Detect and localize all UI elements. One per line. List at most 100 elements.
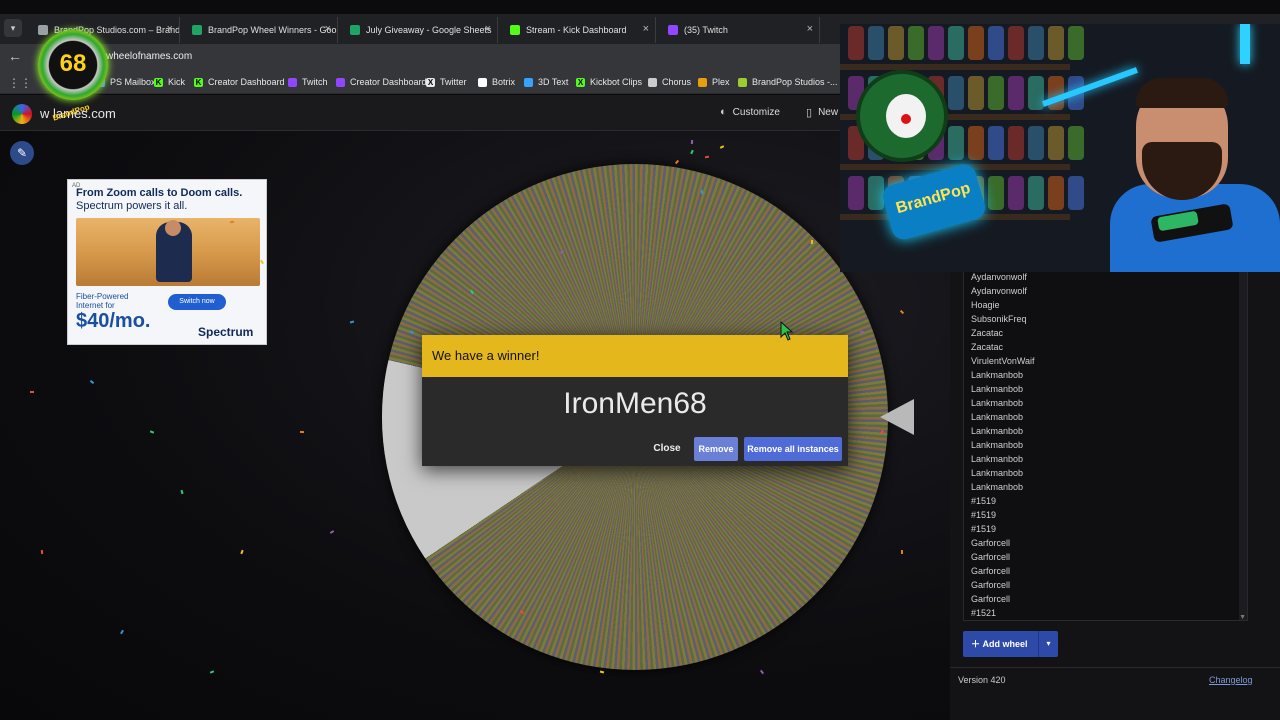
browser-tab[interactable]: July Giveaway - Google Sheets × [342, 17, 498, 43]
collectible-box [968, 76, 984, 110]
entry-item[interactable]: Zacatac [971, 342, 1003, 352]
entry-item[interactable]: Garforcell [971, 580, 1010, 590]
bookmark-item[interactable]: K Creator Dashboard [194, 77, 285, 87]
bookmark-item[interactable]: Botrix [478, 77, 515, 87]
address-bar[interactable]: wheelofnames.com [106, 51, 192, 62]
add-wheel-label: ＋ Add wheel [971, 639, 1028, 649]
entry-item[interactable]: #1519 [971, 510, 996, 520]
tab-search-icon[interactable]: ▾ [4, 19, 22, 37]
ad-photo [76, 218, 260, 286]
entry-item[interactable]: Lankmanbob [971, 440, 1023, 450]
bookmark-label: Botrix [492, 77, 516, 87]
collectible-box [1068, 126, 1084, 160]
browser-tab[interactable]: Stream - Kick Dashboard × [502, 17, 656, 43]
dialog-header: We have a winner! [422, 335, 848, 377]
entry-item[interactable]: #1519 [971, 524, 996, 534]
advertisement[interactable]: AD From Zoom calls to Doom calls. Spectr… [67, 179, 267, 345]
entry-item[interactable]: Lankmanbob [971, 384, 1023, 394]
entry-item[interactable]: Hoagie [971, 300, 1000, 310]
remove-button[interactable]: Remove [694, 437, 738, 461]
scroll-down-icon[interactable]: ▼ [1239, 614, 1246, 620]
collectible-box [1068, 26, 1084, 60]
collectible-box [1068, 176, 1084, 210]
browser-tab[interactable]: (35) Twitch × [660, 17, 820, 43]
entry-item[interactable]: #1519 [971, 496, 996, 506]
ad-line-2: Internet for [76, 301, 115, 310]
bookmark-item[interactable]: BrandPop Studios -... [738, 77, 838, 87]
entry-item[interactable]: Garforcell [971, 594, 1010, 604]
bookmark-label: Chorus [662, 77, 692, 87]
entries-scrollbar[interactable]: ▼ [1239, 270, 1247, 620]
tab-close-icon[interactable]: × [485, 23, 491, 35]
webcam-overlay: BrandPop [840, 24, 1280, 272]
remove-all-instances-button[interactable]: Remove all instances [744, 437, 842, 461]
customize-button[interactable]: ◐ Customize [720, 106, 780, 118]
wheel-logo-icon[interactable] [12, 104, 32, 124]
entry-item[interactable]: Lankmanbob [971, 468, 1023, 478]
entry-item[interactable]: Garforcell [971, 552, 1010, 562]
bookmark-item[interactable]: Twitch [288, 77, 328, 87]
bookmark-label: Creator Dashboard [208, 77, 285, 87]
entry-item[interactable]: Zacatac [971, 328, 1003, 338]
add-wheel-dropdown-icon[interactable]: ▾ [1038, 631, 1058, 657]
tab-label: July Giveaway - Google Sheets [366, 25, 492, 35]
entry-item[interactable]: Lankmanbob [971, 412, 1023, 422]
entry-item[interactable]: Aydanvonwolf [971, 272, 1027, 282]
bookmark-item[interactable]: X Kickbot Clips [576, 77, 642, 87]
ad-switch-button[interactable]: Switch now [168, 294, 226, 310]
confetti-piece [30, 391, 34, 393]
entry-item[interactable]: Garforcell [971, 566, 1010, 576]
add-wheel-button[interactable]: ＋ Add wheel ▾ [963, 631, 1058, 657]
collectible-box [1028, 126, 1044, 160]
version-label: Version 420 [958, 675, 1006, 685]
bookmark-label: Plex [712, 77, 730, 87]
bookmark-item[interactable]: Creator Dashboard [336, 77, 427, 87]
collectible-box [948, 126, 964, 160]
bookmark-item[interactable]: Chorus [648, 77, 691, 87]
entry-item[interactable]: Lankmanbob [971, 426, 1023, 436]
bookmark-item[interactable]: Plex [698, 77, 730, 87]
confetti-piece [759, 669, 765, 675]
entry-item[interactable]: #1521 [971, 608, 996, 618]
bookmark-icon [698, 77, 707, 87]
confetti-piece [240, 549, 244, 555]
entry-item[interactable]: Lankmanbob [971, 482, 1023, 492]
bookmark-item[interactable]: K Kick [154, 77, 185, 87]
new-button[interactable]: ▯ New [806, 106, 838, 119]
entry-item[interactable]: Lankmanbob [971, 370, 1023, 380]
collectible-box [1008, 76, 1024, 110]
bookmark-label: Kickbot Clips [590, 77, 643, 87]
changelog-link[interactable]: Changelog [1209, 675, 1253, 685]
confetti-piece [599, 670, 605, 674]
bookmark-item[interactable]: 3D Text [524, 77, 568, 87]
browser-tab[interactable]: BrandPop Wheel Winners - Goo × [184, 17, 338, 43]
customize-label: Customize [732, 106, 780, 118]
shelf [840, 64, 1070, 70]
entry-item[interactable]: Lankmanbob [971, 454, 1023, 464]
confetti-piece [690, 149, 694, 155]
entry-item[interactable]: Aydanvonwolf [971, 286, 1027, 296]
tab-favicon-icon [510, 25, 520, 35]
bookmark-label: BrandPop Studios -... [752, 77, 838, 87]
entry-item[interactable]: SubsonikFreq [971, 314, 1027, 324]
close-button[interactable]: Close [648, 438, 686, 460]
ad-line-1: Fiber-Powered [76, 292, 129, 301]
back-arrow-icon[interactable]: ← [8, 48, 22, 64]
entries-list[interactable]: Aydanvonwolf Aydanvonwolf Hoagie SubsonikFr… [963, 269, 1248, 621]
collectible-box [1028, 26, 1044, 60]
tab-close-icon[interactable]: × [167, 23, 173, 35]
tab-close-icon[interactable]: × [643, 23, 649, 35]
edit-pencil-icon[interactable]: ✎ [10, 141, 34, 165]
brandpop-badge-logo: 68 BrandPop [38, 30, 108, 130]
bookmark-icon [288, 77, 297, 87]
entry-item[interactable]: Garforcell [971, 538, 1010, 548]
tab-close-icon[interactable]: × [325, 23, 331, 35]
entry-item[interactable]: Lankmanbob [971, 398, 1023, 408]
bookmark-item[interactable]: X Twitter [426, 77, 467, 87]
collectible-box [1008, 176, 1024, 210]
bookmark-icon: X [426, 77, 435, 87]
apps-grid-icon[interactable]: ⋮⋮ [8, 76, 32, 90]
entry-item[interactable]: VirulentVonWaif [971, 356, 1035, 366]
bookmark-icon: K [154, 77, 163, 87]
tab-close-icon[interactable]: × [807, 23, 813, 35]
